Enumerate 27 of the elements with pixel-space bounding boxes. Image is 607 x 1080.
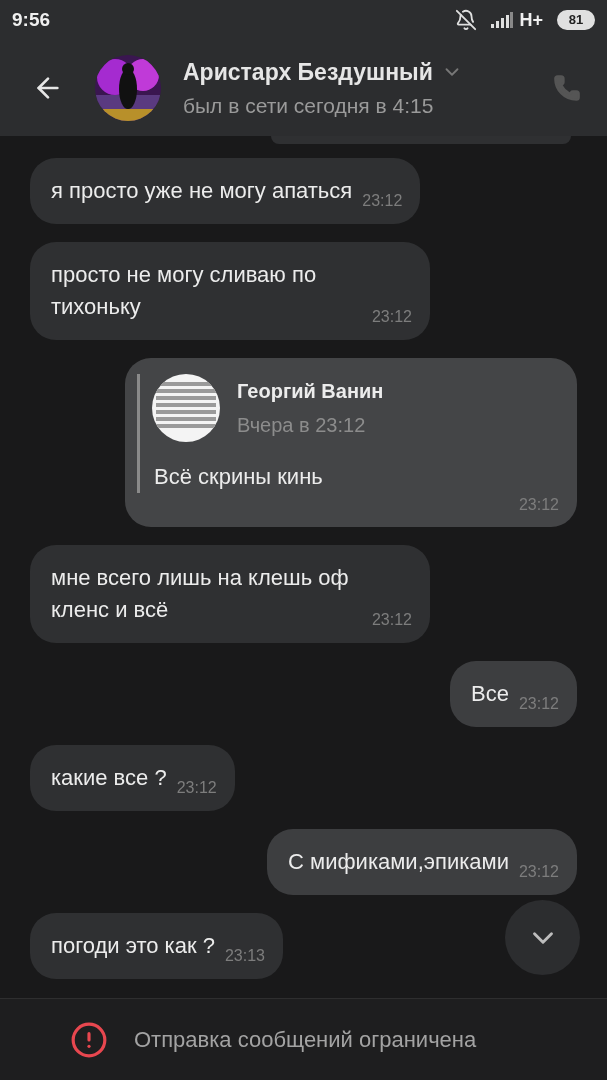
message-text: С мификами,эпиками bbox=[288, 848, 509, 876]
message-text: Всё скрины кинь bbox=[154, 463, 324, 491]
message-text: я просто уже не могу апаться bbox=[51, 177, 353, 205]
message-time: 23:12 bbox=[176, 778, 217, 798]
bell-off-icon bbox=[455, 9, 478, 31]
message-text: Все bbox=[471, 680, 509, 708]
network-type: H+ bbox=[519, 8, 543, 32]
message-time: 23:12 bbox=[362, 191, 403, 211]
contact-name[interactable]: Аристарх Бездушный bbox=[183, 55, 433, 90]
message-text: погоди это как ? bbox=[51, 932, 215, 960]
message-time: 23:12 bbox=[518, 694, 559, 714]
message-time: 23:12 bbox=[518, 495, 559, 515]
quote-date: Вчера в 23:12 bbox=[237, 413, 367, 438]
signal-icon bbox=[491, 12, 514, 28]
quote-author: Георгий Ванин bbox=[237, 379, 384, 404]
message-time: 23:12 bbox=[518, 862, 559, 882]
message-text: мне всего лишь на клешь оф кленс и всё bbox=[51, 564, 350, 624]
message-text: какие все ? bbox=[51, 764, 167, 792]
message-time: 23:13 bbox=[224, 946, 265, 966]
status-time: 9:56 bbox=[12, 7, 51, 32]
message-text: просто не могу сливаю по тихоньку bbox=[51, 261, 318, 321]
battery-indicator: 81 bbox=[557, 10, 595, 30]
message-time: 23:12 bbox=[371, 610, 412, 630]
message-time: 23:12 bbox=[371, 307, 412, 327]
contact-status: был в сети сегодня в 4:15 bbox=[183, 92, 435, 119]
restriction-notice: Отправка сообщений ограничена bbox=[134, 1026, 477, 1054]
alert-icon bbox=[70, 1020, 108, 1059]
